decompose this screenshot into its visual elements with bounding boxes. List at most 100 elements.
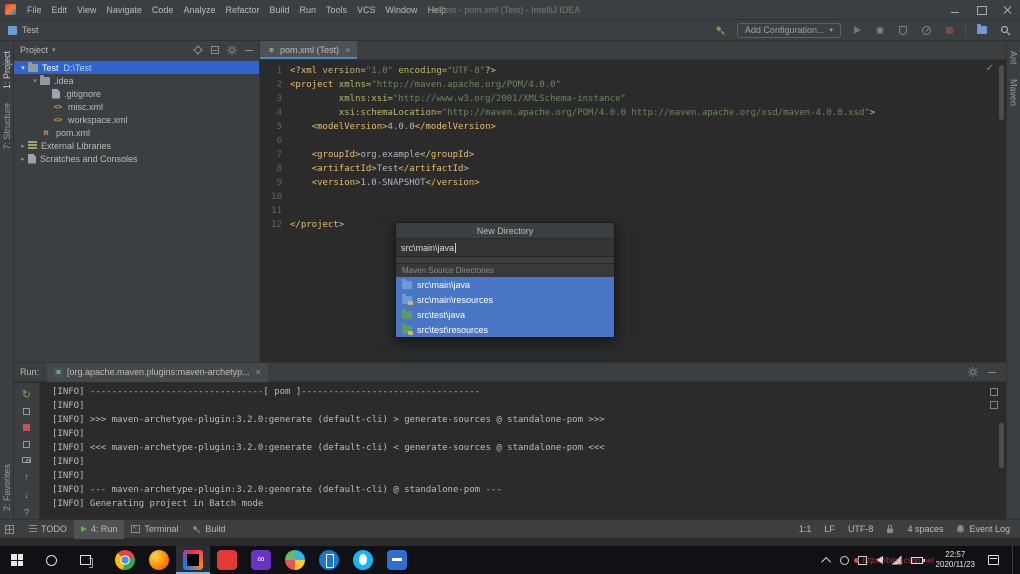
code-editor[interactable]: 123456789101112 <?xml version="1.0" enco… [260,60,1006,232]
directory-option-src-main-resources[interactable]: src\main\resources [396,292,614,307]
code-line[interactable]: <version>1.0-SNAPSHOT</version> [290,176,875,190]
start-button[interactable] [0,546,34,574]
close-button[interactable] [994,0,1020,20]
add-configuration-button[interactable]: Add Configuration... ▾ [737,23,841,38]
search-everywhere-icon[interactable] [998,23,1012,37]
event-log-button[interactable]: Event Log [956,524,1010,534]
restore-layout-icon[interactable] [21,440,33,449]
taskbar-app-app-qq[interactable] [346,546,380,574]
menu-vcs[interactable]: VCS [352,0,381,20]
code-line[interactable]: xsi:schemaLocation="http://maven.apache.… [290,106,875,120]
project-structure-icon[interactable] [975,23,989,37]
project-view-dropdown-icon[interactable]: ▾ [52,46,56,54]
tool-button-project[interactable]: 1: Project [2,51,12,89]
tree-item-pom-xml[interactable]: mpom.xml [14,126,259,139]
stop-process-icon[interactable] [21,423,33,432]
code-line[interactable]: <modelVersion>4.0.0</modelVersion> [290,120,875,134]
battery-icon[interactable] [911,557,923,564]
tool-button-structure[interactable]: 7: Structure [2,103,12,150]
run-tab-close-icon[interactable]: × [256,367,261,377]
menu-view[interactable]: View [72,0,101,20]
menu-run[interactable]: Run [295,0,322,20]
menu-code[interactable]: Code [147,0,179,20]
build-hammer-icon[interactable] [714,23,728,37]
taskbar-app-firefox[interactable] [142,546,176,574]
taskbar-app-visual-studio[interactable] [244,546,278,574]
network-icon[interactable] [892,556,902,565]
breadcrumb[interactable]: Test [22,25,39,35]
taskbar-app-intellij-idea[interactable] [176,546,210,574]
tree-item-test[interactable]: ▾TestD:\Test [14,61,259,74]
tree-item-external-libraries[interactable]: ▸External Libraries [14,139,259,152]
code-line[interactable]: xmlns:xsi="http://www.w3.org/2001/XMLSch… [290,92,875,106]
statusbar-todo-button[interactable]: TODO [22,520,74,539]
tree-item-gitignore[interactable]: .gitignore [14,87,259,100]
tray-icon-1[interactable] [840,556,849,565]
prev-occurrence-icon[interactable]: ↑ [21,472,33,483]
coverage-icon[interactable] [896,23,910,37]
gear-icon[interactable] [968,367,978,377]
code-line[interactable]: <?xml version="1.0" encoding="UTF-8"?> [290,64,875,78]
taskbar-app-app-red[interactable] [210,546,244,574]
next-occurrence-icon[interactable]: ↓ [21,490,33,501]
file-encoding[interactable]: UTF-8 [848,524,874,534]
action-center-icon[interactable] [988,555,999,565]
tray-icon-2[interactable] [858,556,867,565]
taskbar-app-app-phone[interactable] [312,546,346,574]
code-line[interactable]: <artifactId>Test</artifactId> [290,162,875,176]
editor-tab-pom[interactable]: m pom.xml (Test) × [260,40,357,59]
statusbar-run-button[interactable]: 4: Run [74,520,125,539]
minimize-button[interactable] [942,0,968,20]
menu-window[interactable]: Window [381,0,423,20]
taskbar-search-button[interactable] [34,546,68,574]
volume-icon[interactable] [876,556,883,564]
run-tab[interactable]: m [org.apache.maven.plugins:maven-archet… [47,363,268,382]
readonly-toggle[interactable] [886,524,894,534]
maximize-button[interactable] [968,0,994,20]
collapse-all-icon[interactable] [211,46,219,54]
taskbar-app-app-colorwheel[interactable] [278,546,312,574]
hide-run-panel-icon[interactable] [988,372,996,373]
console-scrollbar[interactable] [999,423,1004,468]
taskbar-app-chrome[interactable] [108,546,142,574]
console-panel[interactable]: [INFO] --------------------------------[… [40,383,1006,519]
tree-item-scratches-and-consoles[interactable]: ▸Scratches and Consoles [14,152,259,165]
editor-scrollbar[interactable] [999,65,1004,120]
code-line[interactable] [290,134,875,148]
run-configuration-icon[interactable] [21,407,33,416]
tool-button-ant[interactable]: Ant [1009,51,1019,65]
menu-edit[interactable]: Edit [47,0,73,20]
help-icon[interactable]: ? [21,508,33,519]
indent-info[interactable]: 4 spaces [907,524,943,534]
chevron-right-icon[interactable]: ▸ [18,155,28,163]
menu-tools[interactable]: Tools [321,0,352,20]
caret-position[interactable]: 1:1 [799,524,812,534]
tool-button-maven[interactable]: Maven [1009,79,1019,106]
menu-navigate[interactable]: Navigate [101,0,147,20]
statusbar-terminal-button[interactable]: Terminal [124,520,185,539]
menu-file[interactable]: File [22,0,47,20]
gear-icon[interactable] [227,45,237,55]
tree-item-misc-xml[interactable]: <>misc.xml [14,100,259,113]
directory-option-src-main-java[interactable]: src\main\java [396,277,614,292]
locate-file-icon[interactable] [193,45,203,55]
run-icon[interactable] [850,23,864,37]
tab-close-icon[interactable]: × [345,45,350,55]
tool-windows-icon[interactable] [5,525,14,534]
chevron-down-icon[interactable]: ▾ [18,64,28,72]
inspections-ok-icon[interactable]: ✓ [986,63,994,74]
hidden-icons-chevron[interactable] [821,556,831,566]
line-separator[interactable]: LF [824,524,835,534]
show-desktop-button[interactable] [1012,546,1016,574]
menu-build[interactable]: Build [264,0,294,20]
menu-refactor[interactable]: Refactor [220,0,264,20]
profiler-icon[interactable] [919,23,933,37]
code-line[interactable]: <groupId>org.example</groupId> [290,148,875,162]
code-line[interactable] [290,190,875,204]
snapshot-icon[interactable] [21,456,33,465]
task-view-button[interactable] [68,546,102,574]
statusbar-build-button[interactable]: Build [185,520,232,539]
taskbar-clock[interactable]: 22:57 2020/11/23 [936,550,975,570]
menu-analyze[interactable]: Analyze [178,0,220,20]
chevron-down-icon[interactable]: ▾ [30,77,40,85]
